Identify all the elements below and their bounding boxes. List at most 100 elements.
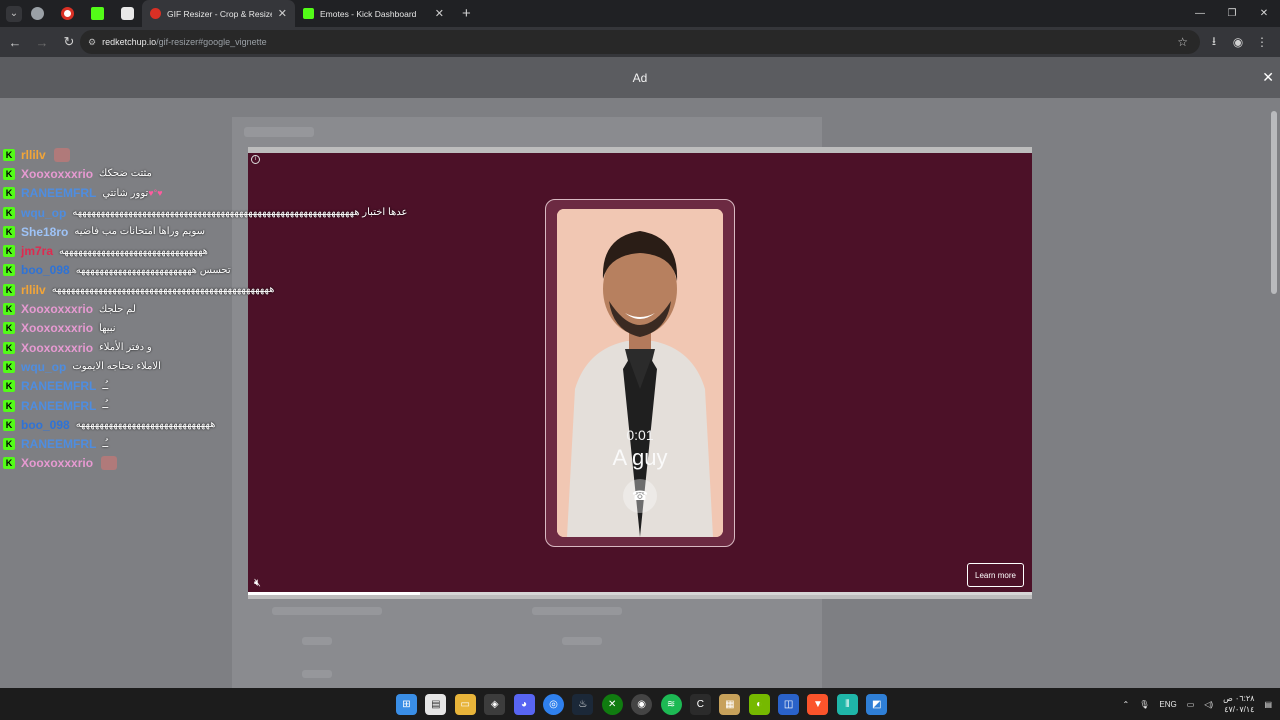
menu-dots-icon[interactable]: ⋮ xyxy=(1250,35,1274,49)
store-icon[interactable]: ▤ xyxy=(425,693,447,715)
game-icon[interactable]: ▦ xyxy=(719,693,741,715)
editor-app-icon[interactable]: ◩ xyxy=(866,693,888,715)
steam-icon[interactable]: ♨ xyxy=(572,693,594,715)
close-window-icon[interactable]: ✕ xyxy=(1248,0,1280,27)
redketchup-favicon-icon xyxy=(150,8,161,19)
unity-icon[interactable]: ◈ xyxy=(484,693,506,715)
back-arrow-icon[interactable]: ← xyxy=(3,35,27,50)
pinned-tab-4[interactable] xyxy=(112,0,142,27)
spotify-icon[interactable]: ≋ xyxy=(660,693,682,715)
kick-badge-icon: K xyxy=(3,167,15,180)
profile-icon[interactable]: ◉ xyxy=(1226,35,1250,49)
chat-text: نبيها xyxy=(99,322,116,334)
minimize-icon[interactable]: — xyxy=(1184,0,1216,27)
kick-badge-icon: K xyxy=(3,225,15,238)
chat-text: ـُـ xyxy=(102,400,109,411)
page-scrollbar[interactable] xyxy=(1271,111,1277,294)
pinned-tab-1[interactable] xyxy=(22,0,52,27)
chat-message: K RANEEMFRL ـُـ xyxy=(0,396,500,415)
brave-icon[interactable]: ▼ xyxy=(807,693,829,715)
chat-message: K Xooxoxxxrio لم حلجك xyxy=(0,299,500,318)
xbox-icon[interactable]: ✕ xyxy=(601,693,623,715)
chat-username[interactable]: wqu_op xyxy=(21,360,66,374)
phone-mockup: 0:01 A guy ☎ xyxy=(545,199,735,547)
chevron-up-icon[interactable]: ⌃ xyxy=(1123,700,1130,709)
kick-badge-icon: K xyxy=(3,438,15,451)
chat-text: و دفتر الأملاء xyxy=(99,342,152,354)
url-host: redketchup.io xyxy=(102,37,157,47)
chat-username[interactable]: RANEEMFRL xyxy=(21,399,96,413)
chat-username[interactable]: wqu_op xyxy=(21,206,66,220)
chat-username[interactable]: Xooxoxxxrio xyxy=(21,167,93,181)
chat-username[interactable]: boo_098 xyxy=(21,263,70,277)
chat-username[interactable]: Xooxoxxxrio xyxy=(21,456,93,470)
learn-more-button[interactable]: Learn more xyxy=(967,563,1024,587)
windows-taskbar: ⊞ ▤ ▭ ◈ ◕ ◎ ♨ ✕ ◉ ≋ C ▦ ◐ ◫ ▼ ⫴ ◩ ⌃ 🎙︎ E… xyxy=(0,688,1280,720)
chat-username[interactable]: RANEEMFRL xyxy=(21,437,96,451)
new-tab-plus-icon[interactable]: + xyxy=(462,5,471,22)
chat-text: مثتت ضحكك xyxy=(99,168,152,180)
network-icon[interactable]: ▭ xyxy=(1187,700,1195,709)
forward-arrow-icon[interactable]: → xyxy=(30,35,54,50)
chat-username[interactable]: jm7ra xyxy=(21,244,53,258)
chat-text: هههههههههههههههههههههههههههههههه xyxy=(59,245,208,257)
capcut-icon[interactable]: C xyxy=(689,693,711,715)
language-indicator[interactable]: ENG xyxy=(1159,700,1176,709)
reload-icon[interactable]: ↻ xyxy=(57,34,81,50)
chat-username[interactable]: Xooxoxxxrio xyxy=(21,302,93,316)
chat-username[interactable]: rllilv xyxy=(21,148,46,162)
chat-username[interactable]: Xooxoxxxrio xyxy=(21,341,93,355)
kick-badge-icon: K xyxy=(3,418,15,431)
muted-speaker-icon[interactable]: 🔇︎ xyxy=(254,577,261,590)
tab-search-icon[interactable]: ⌄ xyxy=(6,5,22,22)
tab-kick-dashboard[interactable]: Emotes - Kick Dashboard ✕ xyxy=(295,0,452,27)
toolbar-actions: ⭳ ◉ ⋮ xyxy=(1202,27,1274,57)
close-tab-icon[interactable]: ✕ xyxy=(278,7,287,20)
tab-gif-resizer[interactable]: GIF Resizer - Crop & Resize Ani ✕ xyxy=(142,0,295,27)
caller-name: A guy xyxy=(612,445,668,470)
microphone-icon[interactable]: 🎙︎ xyxy=(1139,700,1149,709)
volume-icon[interactable]: ◁) xyxy=(1204,700,1213,709)
ad-progress-bar xyxy=(248,592,1032,595)
chat-message: K Xooxoxxxrio مثتت ضحكك xyxy=(0,164,500,183)
chrome-icon[interactable]: ◎ xyxy=(542,693,564,715)
pinned-tab-2[interactable] xyxy=(52,0,82,27)
chat-username[interactable]: boo_098 xyxy=(21,418,70,432)
restore-icon[interactable]: ❐ xyxy=(1216,0,1248,27)
chat-username[interactable]: rllilv xyxy=(21,283,46,297)
chat-username[interactable]: She18ro xyxy=(21,225,68,239)
clock[interactable]: ٠٦:٢٨ ص ٤٧/٠٧/١٤ xyxy=(1223,693,1254,715)
kick-badge-icon: K xyxy=(3,206,15,219)
notification-icon[interactable]: ▤ xyxy=(1264,700,1272,709)
chat-username[interactable]: Xooxoxxxrio xyxy=(21,321,93,335)
kick-badge-icon: K xyxy=(3,457,15,470)
close-ad-icon[interactable]: ✕ xyxy=(1262,69,1274,86)
pinned-tab-3[interactable] xyxy=(82,0,112,27)
obs-icon[interactable]: ◉ xyxy=(631,693,653,715)
windows-start-icon[interactable]: ⊞ xyxy=(396,693,417,715)
audio-app-icon[interactable]: ⫴ xyxy=(836,693,858,715)
chat-text: عدها اختبار هههههههههههههههههههههههههههه… xyxy=(72,207,408,219)
discord-icon[interactable]: ◕ xyxy=(513,693,535,715)
chat-message: Krllilv ههههههههههههههههههههههههههههههههه… xyxy=(0,280,500,299)
file-explorer-icon[interactable]: ▭ xyxy=(454,693,476,715)
chat-username[interactable]: RANEEMFRL xyxy=(21,379,96,393)
kick-badge-icon: K xyxy=(3,341,15,354)
chat-text: تحسس هههههههههههههههههههههههههه xyxy=(75,264,231,276)
chat-text: هههههههههههههههههههههههههههههههههههههههه… xyxy=(51,284,275,296)
nvidia-icon[interactable]: ◐ xyxy=(748,693,770,715)
app-icon[interactable]: ◫ xyxy=(778,693,800,715)
download-icon[interactable]: ⭳ xyxy=(1202,32,1226,53)
kick-badge-icon: K xyxy=(3,264,15,277)
chat-message: Kboo_098 هههههههههههههههههههههههههههههه xyxy=(0,415,500,434)
site-info-icon[interactable]: ⚙ xyxy=(88,37,96,48)
close-tab-icon[interactable]: ✕ xyxy=(435,7,444,20)
clock-date: ٤٧/٠٧/١٤ xyxy=(1224,705,1255,714)
chat-message: Kwqu_op عدها اختبار ههههههههههههههههههههه… xyxy=(0,203,500,222)
address-bar[interactable]: ⚙ redketchup.io/gif-resizer#google_vigne… xyxy=(80,30,1200,54)
chat-username[interactable]: RANEEMFRL xyxy=(21,186,96,200)
ad-header: Ad ✕ xyxy=(0,57,1280,98)
kick-icon xyxy=(90,7,104,20)
bookmark-star-icon[interactable]: ☆ xyxy=(1177,35,1188,49)
chat-text: الاملاء نحتاجه الايموت xyxy=(72,361,161,373)
